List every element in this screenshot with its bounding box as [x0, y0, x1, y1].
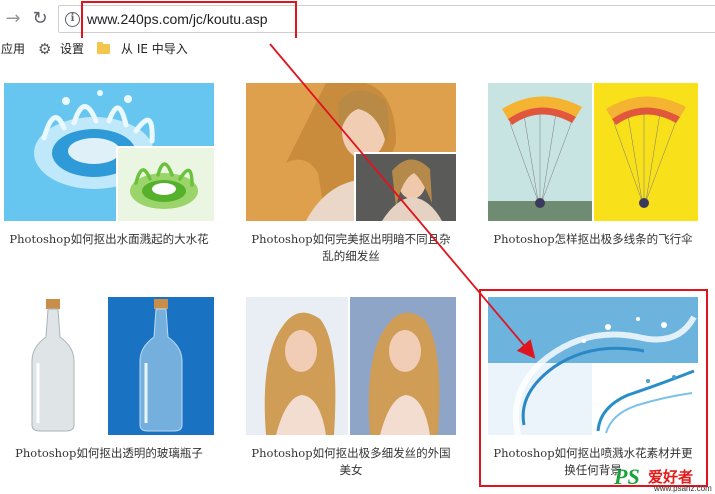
bookmark-apps[interactable]: 应用	[1, 41, 25, 57]
reload-icon[interactable]: ↻	[29, 8, 51, 30]
folder-icon	[97, 42, 110, 54]
bookmarks-bar: 应用 ⚙ 设置 从 IE 中导入	[0, 38, 715, 60]
watermark-url: www.psahz.com	[654, 484, 712, 493]
article-thumbnail-woman-portrait[interactable]	[246, 83, 456, 221]
article-thumbnail-glass-bottle[interactable]	[4, 297, 214, 435]
back-arrow-icon[interactable]: →	[2, 8, 24, 30]
site-watermark: PS 爱好者 www.psahz.com	[614, 464, 715, 494]
card-highlight-box	[479, 289, 708, 487]
article-title[interactable]: Photoshop如何抠出水面溅起的大水花	[4, 231, 214, 248]
article-title[interactable]: Photoshop怎样抠出极多线条的飞行伞	[488, 231, 698, 248]
bookmark-ie-import-label: 从 IE 中导入	[121, 42, 188, 56]
article-thumbnail-paraglider[interactable]	[488, 83, 698, 221]
bookmark-settings-label: 设置	[60, 42, 85, 56]
article-title[interactable]: Photoshop如何抠出极多细发丝的外国美女	[246, 445, 456, 479]
article-thumbnail-blonde-woman[interactable]	[246, 297, 456, 435]
url-highlight-box	[81, 1, 297, 43]
watermark-logo: PS	[614, 464, 640, 489]
info-icon[interactable]: i	[65, 12, 80, 27]
article-title[interactable]: Photoshop如何抠出透明的玻璃瓶子	[4, 445, 214, 462]
gear-icon: ⚙	[38, 40, 52, 58]
article-title[interactable]: Photoshop如何完美抠出明暗不同且杂乱的细发丝	[246, 231, 456, 265]
article-thumbnail-water-splash[interactable]	[4, 83, 214, 221]
